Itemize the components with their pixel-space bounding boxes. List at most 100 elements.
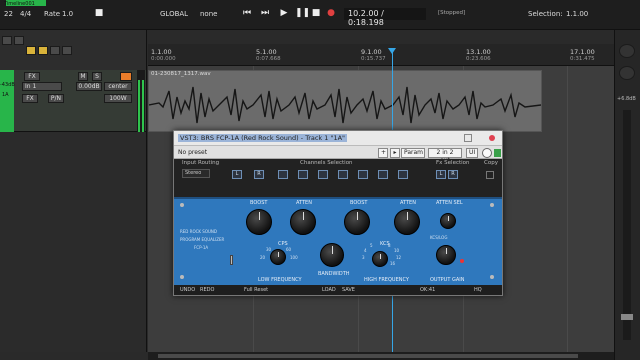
- rate-value[interactable]: 1.0: [62, 10, 73, 18]
- go-to-end-icon[interactable]: ⏭: [260, 8, 270, 18]
- fx-r-button[interactable]: R: [448, 170, 458, 179]
- copy-icon[interactable]: [486, 171, 494, 179]
- bandwidth-knob[interactable]: [320, 243, 344, 267]
- power-switch[interactable]: [230, 255, 233, 265]
- fx-window[interactable]: VST3: BRS FCP-1A (Red Rock Sound) - Trac…: [173, 130, 503, 296]
- toolbar-icon-5[interactable]: [50, 46, 60, 55]
- metronome-icon[interactable]: ■: [94, 8, 104, 18]
- oversampling-select[interactable]: OK:41: [420, 287, 435, 293]
- channel-routing-panel: Input Routing Stereo Channels Selection …: [174, 159, 502, 197]
- cps-knob[interactable]: [270, 249, 286, 265]
- master-width-knob[interactable]: [619, 66, 635, 80]
- plugin-bottom-bar: UNDO REDO Full Reset LOAD SAVE OK:41 HQ: [174, 285, 502, 295]
- input-select[interactable]: In 1: [22, 82, 62, 91]
- boost-high-knob[interactable]: [344, 209, 370, 235]
- save-button[interactable]: SAVE: [342, 287, 355, 293]
- channel-slot[interactable]: [278, 170, 288, 179]
- channel-slot[interactable]: [398, 170, 408, 179]
- time-signature[interactable]: 4/4: [20, 10, 31, 18]
- hq-button[interactable]: HQ: [474, 287, 482, 293]
- project-tab-label: Timeline001: [4, 1, 35, 7]
- phase-button[interactable]: P/N: [48, 94, 64, 103]
- io-button[interactable]: 2 in 2 out: [428, 148, 462, 164]
- horizontal-scrollbar[interactable]: [148, 352, 614, 360]
- atten-high-knob[interactable]: [394, 209, 420, 235]
- output-gain-knob[interactable]: [436, 245, 456, 265]
- position-display[interactable]: 10.2.00 / 0:18.198: [344, 8, 426, 27]
- ruler-bar-3: 9.1.00: [361, 48, 382, 56]
- input-routing-select[interactable]: Stereo: [182, 169, 210, 178]
- master-fader-track[interactable]: [621, 110, 633, 340]
- channel-r-button[interactable]: R: [254, 170, 264, 179]
- bypass-icon[interactable]: [482, 148, 492, 158]
- fx-window-titlebar[interactable]: VST3: BRS FCP-1A (Red Rock Sound) - Trac…: [174, 131, 502, 145]
- audio-item[interactable]: 01-230817_1317.wav: [148, 70, 542, 132]
- toolbar-icon-6[interactable]: [62, 46, 72, 55]
- undo-button[interactable]: UNDO: [180, 287, 195, 293]
- atten-sel-knob[interactable]: [440, 213, 456, 229]
- channel-slot[interactable]: [378, 170, 388, 179]
- redo-button[interactable]: REDO: [200, 287, 214, 293]
- track-color-strip: [0, 70, 14, 132]
- pin-icon[interactable]: [464, 134, 472, 142]
- toolbar-icon-3[interactable]: [26, 46, 36, 55]
- kcs-value-3: 3: [362, 255, 365, 260]
- cps-value-30: 30: [266, 247, 272, 252]
- enable-checkbox[interactable]: [494, 149, 501, 157]
- close-icon[interactable]: [489, 135, 495, 141]
- pause-icon[interactable]: ❚❚: [295, 8, 310, 18]
- stop-icon[interactable]: ■: [311, 8, 321, 18]
- kcs-knob[interactable]: [372, 251, 388, 267]
- fx-button[interactable]: FX: [24, 72, 40, 81]
- ui-button[interactable]: UI: [466, 148, 478, 158]
- track-header[interactable]: -43dB 1A FX M S In 1 0.00dB center FX P/…: [0, 70, 147, 132]
- bpm-value[interactable]: 22: [4, 10, 13, 18]
- selection-start[interactable]: 1.1.00: [566, 10, 588, 18]
- width-value[interactable]: 100W: [104, 94, 132, 103]
- play-icon[interactable]: ▶: [279, 8, 289, 18]
- eq-brand: RED ROCK SOUND: [180, 229, 217, 234]
- param-button[interactable]: Param: [401, 148, 425, 158]
- toolbar-icon-4[interactable]: [38, 46, 48, 55]
- solo-button[interactable]: S: [92, 72, 102, 81]
- output-gain-label: OUTPUT GAIN: [430, 277, 465, 283]
- channel-slot[interactable]: [298, 170, 308, 179]
- record-arm-button[interactable]: [120, 72, 132, 81]
- record-icon[interactable]: ●: [326, 8, 336, 18]
- timeline-ruler[interactable]: 1.1.00 0:00.000 5.1.00 0:07.668 9.1.00 0…: [148, 44, 614, 66]
- pan-value[interactable]: center: [104, 82, 132, 91]
- screw-icon: [180, 275, 184, 279]
- preset-add-button[interactable]: +: [378, 148, 388, 158]
- toolbar-icon-2[interactable]: [14, 36, 24, 45]
- channel-slot[interactable]: [318, 170, 328, 179]
- mute-button[interactable]: M: [78, 72, 88, 81]
- preset-browser[interactable]: Full Reset: [244, 287, 268, 293]
- master-fader-handle[interactable]: [621, 314, 633, 320]
- go-to-start-icon[interactable]: ⏮: [242, 8, 252, 18]
- scrollbar-thumb[interactable]: [158, 354, 578, 358]
- eq-model-code: FCP-1A: [194, 245, 209, 250]
- atten-sel-label: ATTEN SEL: [436, 200, 463, 206]
- preset-menu-icon[interactable]: ▸: [390, 148, 400, 158]
- fx-l-button[interactable]: L: [436, 170, 446, 179]
- screw-icon: [490, 275, 494, 279]
- boost-low-knob[interactable]: [246, 209, 272, 235]
- track-toolbar: [0, 30, 147, 70]
- channel-slot[interactable]: [338, 170, 348, 179]
- eq-faceplate: RED ROCK SOUND PROGRAM EQUALIZER FCP-1A …: [174, 197, 502, 285]
- atten-low-knob[interactable]: [290, 209, 316, 235]
- automation-mode-select[interactable]: none: [200, 10, 217, 18]
- bandwidth-label: BANDWIDTH: [318, 271, 350, 277]
- channel-l-button[interactable]: L: [232, 170, 242, 179]
- load-button[interactable]: LOAD: [322, 287, 336, 293]
- channels-selection-label: Channels Selection: [300, 160, 353, 166]
- toolbar-icon-1[interactable]: [2, 36, 12, 45]
- master-pan-knob[interactable]: [619, 44, 635, 58]
- volume-value[interactable]: 0.00dB: [76, 82, 102, 91]
- global-label: GLOBAL: [160, 10, 189, 18]
- channel-slot[interactable]: [358, 170, 368, 179]
- preset-select[interactable]: No preset: [178, 149, 207, 156]
- playhead-marker-icon[interactable]: [388, 48, 396, 54]
- track-list-empty[interactable]: [0, 132, 147, 352]
- fx-button-2[interactable]: FX: [22, 94, 38, 103]
